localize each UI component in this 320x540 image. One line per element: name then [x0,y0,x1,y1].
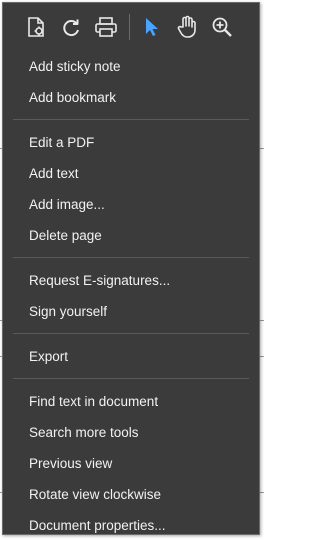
quick-tools-toolbar [3,3,259,51]
select-tool-button[interactable] [137,12,167,42]
menu-group-export: Export [3,341,259,372]
menu-item-add-image[interactable]: Add image... [3,189,259,220]
toolbar-divider [129,14,130,40]
hand-tool-icon [176,15,198,39]
menu-item-add-bookmark[interactable]: Add bookmark [3,82,259,113]
context-menu: Add sticky note Add bookmark Edit a PDF … [2,2,260,535]
menu-separator [13,257,249,258]
menu-group-signatures: Request E-signatures... Sign yourself [3,265,259,327]
menu-item-request-e-signatures[interactable]: Request E-signatures... [3,265,259,296]
print-button[interactable] [91,12,121,42]
menu-group-tools: Find text in document Search more tools … [3,386,259,540]
menu-item-export[interactable]: Export [3,341,259,372]
menu-item-search-more-tools[interactable]: Search more tools [3,417,259,448]
menu-item-add-sticky-note[interactable]: Add sticky note [3,51,259,82]
menu-item-rotate-view-clockwise[interactable]: Rotate view clockwise [3,479,259,510]
menu-group-notes: Add sticky note Add bookmark [3,51,259,113]
rotate-icon [60,16,82,38]
menu-separator [13,119,249,120]
menu-item-edit-a-pdf[interactable]: Edit a PDF [3,127,259,158]
select-cursor-icon [142,16,162,38]
menu-item-document-properties[interactable]: Document properties... [3,510,259,540]
print-icon [94,16,118,38]
menu-item-sign-yourself[interactable]: Sign yourself [3,296,259,327]
hand-tool-button[interactable] [172,12,202,42]
menu-item-previous-view[interactable]: Previous view [3,448,259,479]
menu-item-delete-page[interactable]: Delete page [3,220,259,251]
page-settings-button[interactable] [21,12,51,42]
menu-item-add-text[interactable]: Add text [3,158,259,189]
zoom-in-button[interactable] [207,12,237,42]
menu-separator [13,333,249,334]
menu-separator [13,378,249,379]
page-settings-icon [25,16,47,38]
menu-group-edit: Edit a PDF Add text Add image... Delete … [3,127,259,251]
rotate-button[interactable] [56,12,86,42]
zoom-in-icon [211,16,233,38]
menu-item-find-text[interactable]: Find text in document [3,386,259,417]
